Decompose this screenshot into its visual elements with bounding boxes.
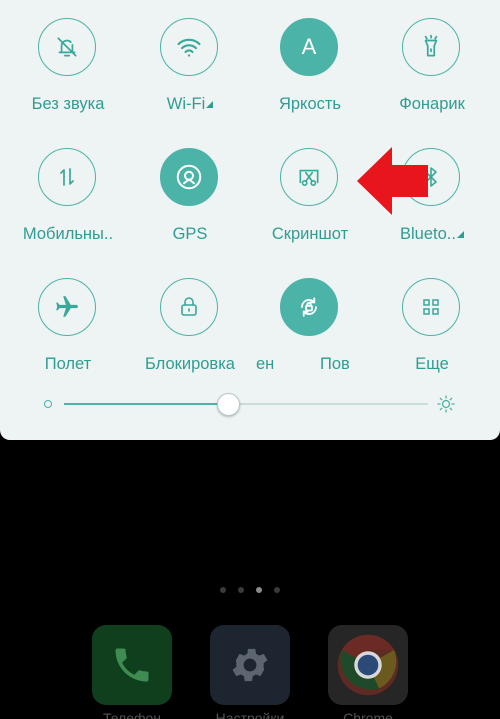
- page-dot-current[interactable]: [256, 587, 262, 593]
- tile-label: GPS: [172, 225, 208, 243]
- wifi-icon: [160, 18, 218, 76]
- dock-label: Chrome: [343, 710, 393, 719]
- grid-icon: [402, 278, 460, 336]
- screenshot-icon: [280, 148, 338, 206]
- tile-label: Без звука: [31, 95, 105, 113]
- tile-label: Wi-Fi: [166, 95, 206, 113]
- page-dot[interactable]: [220, 587, 226, 593]
- airplane-icon: [38, 278, 96, 336]
- tile-label: Полет: [44, 355, 92, 373]
- flashlight-icon: [402, 18, 460, 76]
- tile-label-partial-right: Пов: [320, 355, 350, 373]
- auto-brightness-icon: A: [280, 18, 338, 76]
- dock-label: Настройки: [215, 710, 285, 719]
- brightness-slider[interactable]: [40, 392, 465, 416]
- red-arrow-annotation: [355, 145, 430, 217]
- page-dot[interactable]: [238, 587, 244, 593]
- settings-gear-icon: [232, 648, 268, 682]
- rotation-icon: [280, 278, 338, 336]
- slider-thumb[interactable]: [216, 393, 240, 416]
- dock-label: Телефон: [102, 710, 162, 719]
- slider-fill: [64, 403, 228, 405]
- chrome-icon: [337, 634, 399, 696]
- tile-label: Блокировка: [145, 355, 235, 373]
- tile-label-partial-left: ен: [256, 355, 275, 373]
- settings-app-icon[interactable]: [210, 625, 290, 705]
- slider-track[interactable]: [64, 393, 428, 416]
- tile-label: Еще: [415, 355, 449, 373]
- tile-label: Скриншот: [271, 225, 349, 243]
- quick-settings-panel: Без звука Wi-Fi A Яркость Фонарик Мобиль…: [0, 0, 500, 440]
- tile-label: Яркость: [278, 95, 342, 113]
- dropdown-triangle-icon: [456, 231, 464, 238]
- tile-label: Blueto..: [400, 225, 456, 243]
- page-indicator: [0, 587, 500, 593]
- location-icon: [160, 148, 218, 206]
- bell-off-icon: [38, 18, 96, 76]
- brightness-low-icon: [44, 400, 52, 408]
- mobile-data-icon: [38, 148, 96, 206]
- lock-icon: [160, 278, 218, 336]
- phone-app-icon[interactable]: [92, 625, 172, 705]
- tile-label: Мобильны..: [22, 225, 114, 243]
- tile-label: Фонарик: [399, 95, 465, 113]
- page-dot[interactable]: [274, 587, 280, 593]
- dropdown-triangle-icon: [206, 101, 214, 108]
- screen: Без звука Wi-Fi A Яркость Фонарик Мобиль…: [0, 0, 500, 719]
- chrome-app-icon[interactable]: [328, 625, 408, 705]
- phone-icon: [115, 648, 149, 682]
- brightness-high-icon: [436, 394, 456, 414]
